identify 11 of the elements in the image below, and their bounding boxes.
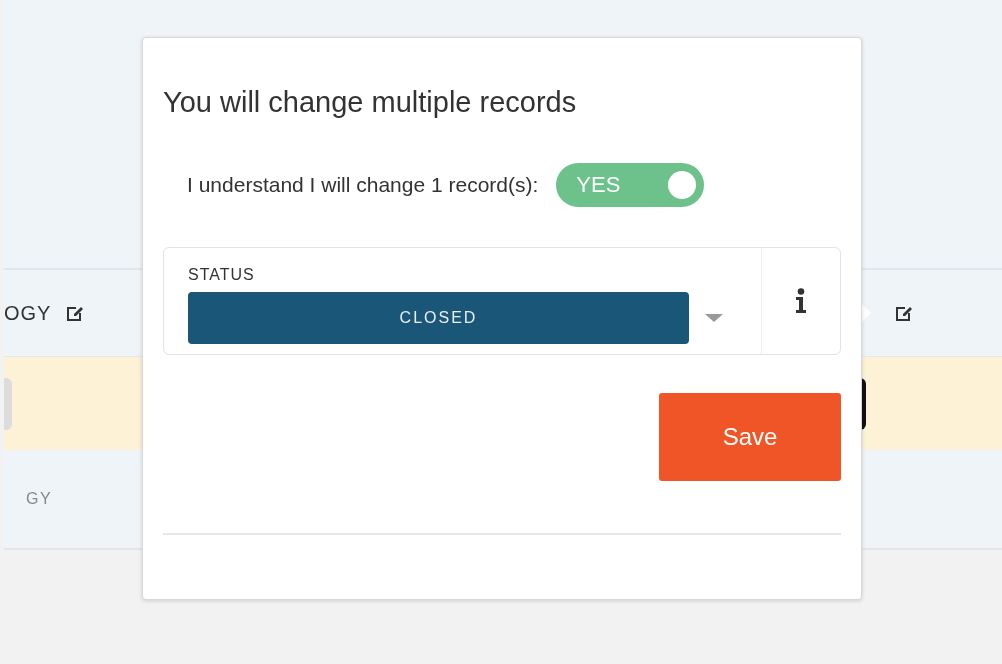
tag-chip xyxy=(4,377,12,430)
column-header: OGY xyxy=(4,301,52,325)
toggle-switch[interactable]: YES xyxy=(556,163,705,207)
info-icon[interactable] xyxy=(795,288,807,314)
popover-title: You will change multiple records xyxy=(163,86,578,119)
status-select[interactable]: CLOSED xyxy=(188,292,689,344)
confirm-label: I understand I will change 1 record(s): xyxy=(187,173,539,197)
table-cell-text: GY xyxy=(25,490,53,508)
caret-icon[interactable] xyxy=(705,314,723,322)
save-button[interactable]: Save xyxy=(659,393,841,481)
field-label: STATUS xyxy=(188,266,256,284)
